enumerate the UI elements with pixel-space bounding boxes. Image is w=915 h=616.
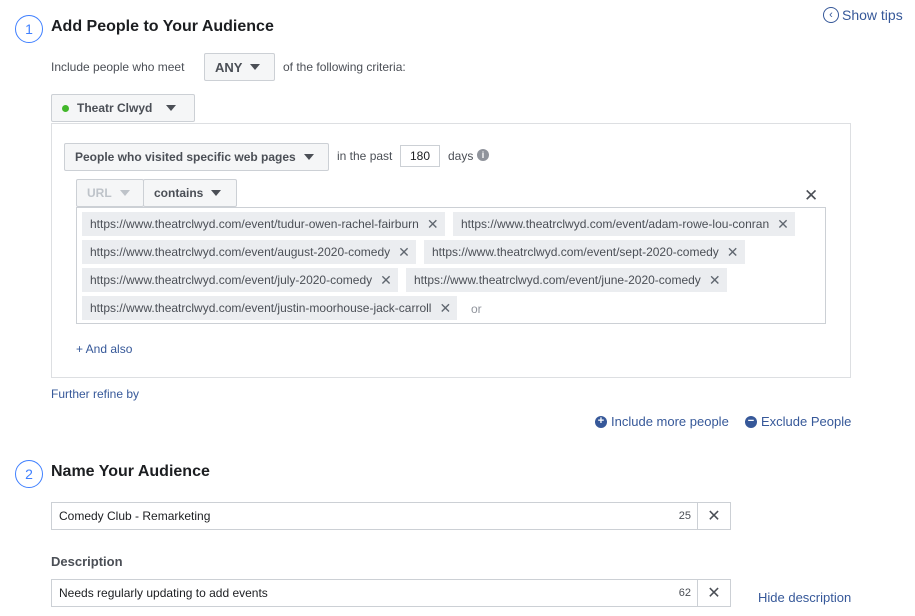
url-token-label: https://www.theatrclwyd.com/event/justin… bbox=[90, 301, 432, 315]
close-icon[interactable]: ✕ bbox=[709, 273, 721, 287]
url-token: https://www.theatrclwyd.com/event/justin… bbox=[82, 296, 458, 320]
chevron-down-icon bbox=[211, 190, 222, 196]
url-token: https://www.theatrclwyd.com/event/sept-2… bbox=[424, 240, 745, 264]
include-suffix-text: of the following criteria: bbox=[283, 60, 406, 74]
url-token: https://www.theatrclwyd.com/event/tudur-… bbox=[82, 212, 445, 236]
description-char-count: 62 bbox=[678, 587, 691, 599]
step-2-indicator: 2 bbox=[15, 460, 43, 488]
chevron-down-icon bbox=[166, 105, 177, 111]
url-token: https://www.theatrclwyd.com/event/june-2… bbox=[406, 268, 727, 292]
include-prefix-text: Include people who meet bbox=[51, 60, 185, 74]
operator-dropdown[interactable]: contains bbox=[143, 179, 237, 207]
operator-label: contains bbox=[154, 186, 204, 200]
url-token-label: https://www.theatrclwyd.com/event/adam-r… bbox=[461, 217, 770, 231]
include-more-label: Include more people bbox=[611, 414, 729, 429]
audience-name-field[interactable]: Comedy Club - Remarketing 25 ✕ bbox=[51, 502, 731, 530]
close-icon[interactable]: ✕ bbox=[398, 245, 410, 259]
source-dropdown[interactable]: Theatr Clwyd bbox=[51, 94, 195, 122]
description-value: Needs regularly updating to add events bbox=[59, 586, 268, 600]
source-status-dot bbox=[62, 104, 69, 112]
description-label: Description bbox=[51, 554, 123, 569]
url-token-label: https://www.theatrclwyd.com/event/july-2… bbox=[90, 273, 373, 287]
event-type-label: People who visited specific web pages bbox=[75, 150, 296, 164]
plus-circle-icon: + bbox=[595, 415, 607, 428]
url-field-label: URL bbox=[87, 186, 112, 200]
chevron-down-icon bbox=[119, 190, 130, 196]
audience-name-value: Comedy Club - Remarketing bbox=[59, 509, 211, 523]
or-placeholder: or bbox=[471, 302, 482, 316]
clear-icon[interactable]: ✕ bbox=[697, 503, 730, 529]
show-tips-link[interactable]: ‹ Show tips bbox=[823, 7, 903, 23]
info-icon[interactable]: i bbox=[477, 149, 489, 161]
url-token-label: https://www.theatrclwyd.com/event/tudur-… bbox=[90, 217, 419, 231]
and-also-link[interactable]: + And also bbox=[76, 342, 132, 356]
chevron-down-icon bbox=[303, 154, 314, 160]
url-token-label: https://www.theatrclwyd.com/event/june-2… bbox=[414, 273, 701, 287]
description-field[interactable]: Needs regularly updating to add events 6… bbox=[51, 579, 731, 607]
url-token-label: https://www.theatrclwyd.com/event/sept-2… bbox=[432, 245, 719, 259]
close-icon[interactable]: ✕ bbox=[727, 245, 739, 259]
chevron-down-icon bbox=[250, 64, 261, 70]
close-icon[interactable]: ✕ bbox=[777, 217, 789, 231]
show-tips-label: Show tips bbox=[842, 7, 903, 23]
close-icon[interactable]: ✕ bbox=[380, 273, 392, 287]
step-2-number: 2 bbox=[25, 466, 33, 482]
audience-name-char-count: 25 bbox=[678, 510, 691, 522]
match-any-dropdown[interactable]: ANY bbox=[204, 53, 275, 81]
url-token: https://www.theatrclwyd.com/event/august… bbox=[82, 240, 416, 264]
step-1-indicator: 1 bbox=[15, 15, 43, 43]
hide-description-link[interactable]: Hide description bbox=[758, 590, 851, 605]
chevron-left-circle-icon: ‹ bbox=[823, 7, 839, 23]
close-icon[interactable]: ✕ bbox=[439, 301, 451, 315]
days-input[interactable] bbox=[400, 145, 440, 167]
step-1-number: 1 bbox=[25, 21, 33, 37]
clear-icon[interactable]: ✕ bbox=[697, 580, 730, 606]
remove-rule-icon[interactable]: ✕ bbox=[804, 187, 818, 204]
in-the-past-text: in the past bbox=[337, 149, 393, 163]
url-token-label: https://www.theatrclwyd.com/event/august… bbox=[90, 245, 391, 259]
include-more-people-button[interactable]: + Include more people bbox=[595, 414, 729, 429]
close-icon[interactable]: ✕ bbox=[427, 217, 439, 231]
event-type-dropdown[interactable]: People who visited specific web pages bbox=[64, 143, 329, 171]
step-1-title: Add People to Your Audience bbox=[51, 18, 274, 35]
days-label: days bbox=[448, 149, 474, 163]
source-name: Theatr Clwyd bbox=[77, 101, 153, 115]
exclude-people-button[interactable]: − Exclude People bbox=[745, 414, 851, 429]
minus-circle-icon: − bbox=[745, 415, 757, 428]
exclude-label: Exclude People bbox=[761, 414, 852, 429]
further-refine-link[interactable]: Further refine by bbox=[51, 387, 139, 401]
url-token: https://www.theatrclwyd.com/event/july-2… bbox=[82, 268, 398, 292]
step-2-title: Name Your Audience bbox=[51, 463, 210, 480]
url-token: https://www.theatrclwyd.com/event/adam-r… bbox=[453, 212, 795, 236]
match-value: ANY bbox=[215, 59, 243, 75]
url-field-dropdown[interactable]: URL bbox=[76, 179, 144, 207]
